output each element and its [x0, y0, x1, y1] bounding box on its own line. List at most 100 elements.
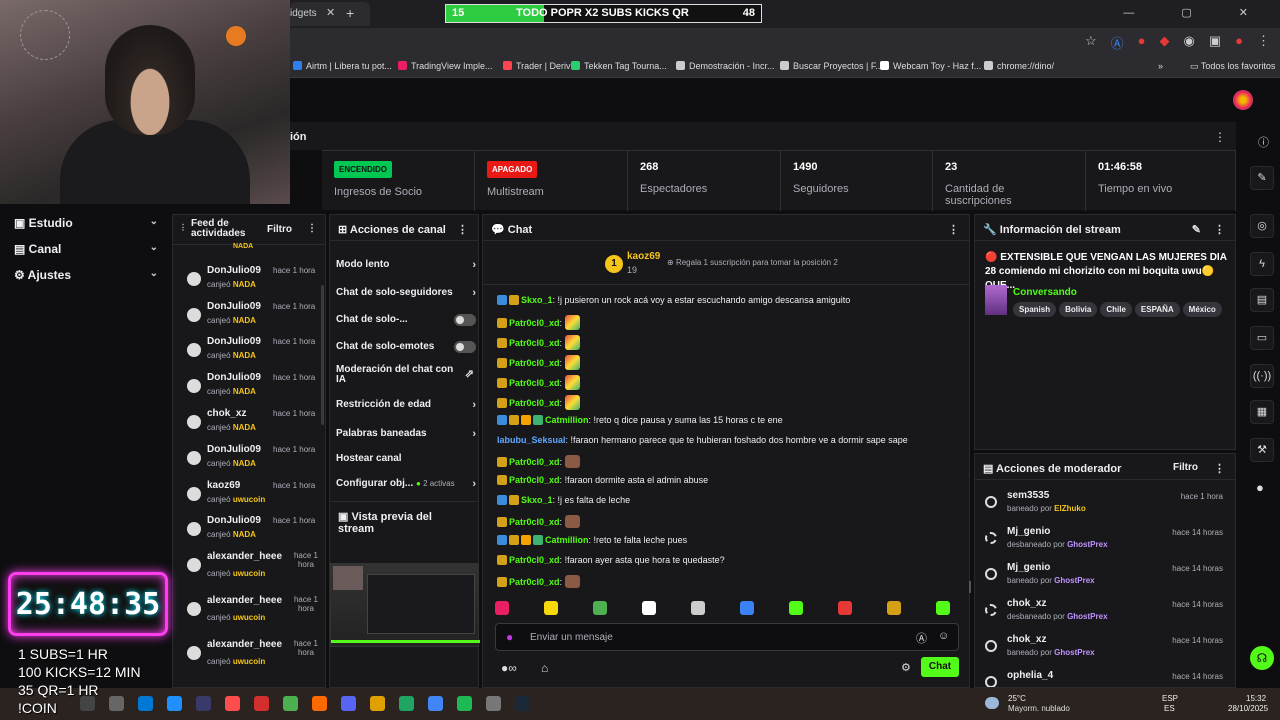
taskbar-app-icon[interactable] — [486, 696, 501, 711]
action-item[interactable]: Hostear canal — [336, 453, 476, 464]
mod-target-user[interactable]: sem3535 — [1007, 490, 1049, 501]
stream-category[interactable]: Conversando — [1013, 287, 1077, 298]
top-gifter-name[interactable]: kaoz69 — [627, 251, 660, 262]
mod-target-user[interactable]: Mj_genio — [1007, 562, 1050, 573]
action-item[interactable]: Palabras baneadas › — [336, 428, 476, 440]
sidebar-item-ajustes[interactable]: ⚙ Ajustes ⌄ — [14, 268, 164, 282]
chat-username[interactable]: Catmillion — [545, 535, 589, 545]
feed-username[interactable]: DonJulio09 — [207, 515, 261, 526]
chat-username[interactable]: Patr0cl0_xd — [509, 555, 560, 565]
toggle-switch[interactable] — [454, 314, 476, 326]
feed-username[interactable]: DonJulio09 — [207, 301, 261, 312]
action-item[interactable]: Chat de solo-emotes — [336, 341, 476, 353]
pencil-icon[interactable]: ✎ — [1250, 166, 1274, 190]
feed-item[interactable]: alexander_heee hace 1 hora canjeó uwucoin — [181, 593, 321, 627]
chrome-icon[interactable]: ◉ — [1184, 33, 1195, 52]
feed-item[interactable]: chok_xz hace 1 hora canjeó NADA — [181, 406, 321, 440]
action-item[interactable]: Chat de solo-seguidores › — [336, 287, 476, 299]
profile-avatar[interactable] — [1233, 90, 1253, 110]
stream-tag[interactable]: ESPAÑA — [1134, 302, 1180, 317]
mod-by-user[interactable]: GhostPrex — [1067, 540, 1107, 549]
feed-filter-button[interactable]: Filtro — [267, 224, 292, 235]
toggle-switch[interactable] — [454, 341, 476, 353]
action-item[interactable]: Modo lento › — [336, 259, 476, 271]
taskbar-app-icon[interactable] — [167, 696, 182, 711]
taskbar-app-icon[interactable] — [225, 696, 240, 711]
action-item[interactable]: Configurar obj... › ● 2 activas — [336, 478, 476, 490]
emote-icon[interactable] — [564, 575, 580, 588]
taskbar-app-icon[interactable] — [109, 696, 124, 711]
feed-item[interactable]: DonJulio09 hace 1 hora canjeó NADA — [181, 299, 321, 333]
feed-item[interactable]: DonJulio09 hace 1 hora canjeó NADA — [181, 263, 321, 297]
taskbar-app-icon[interactable] — [428, 696, 443, 711]
window-controls[interactable]: — ▢ ✕ — [1123, 6, 1270, 19]
chat-username[interactable]: Patr0cl0_xd — [509, 318, 560, 328]
taskbar-app-icon[interactable] — [80, 696, 95, 711]
taskbar-app-icon[interactable] — [399, 696, 414, 711]
chat-username[interactable]: Patr0cl0_xd — [509, 358, 560, 368]
feed-drag-icon[interactable]: ⋮ — [179, 223, 187, 232]
chat-username[interactable]: Skxo_1 — [521, 495, 553, 505]
chat-username[interactable]: Patr0cl0_xd — [509, 517, 560, 527]
sidebar-item-canal[interactable]: ▤ Canal ⌄ — [14, 242, 164, 256]
chat-username[interactable]: Patr0cl0_xd — [509, 338, 560, 348]
stream-tag[interactable]: Spanish — [1013, 302, 1057, 317]
taskbar-app-icon[interactable] — [196, 696, 211, 711]
menu-icon[interactable]: ⋮ — [1257, 33, 1270, 52]
emote-icon[interactable] — [564, 375, 580, 390]
bookmark-item[interactable]: chrome://dino/ — [984, 61, 1054, 71]
status-badge[interactable]: APAGADO — [487, 161, 538, 178]
emote-icon[interactable] — [564, 355, 580, 370]
broadcast-icon[interactable]: ((·)) — [1250, 364, 1274, 388]
action-item[interactable]: Chat de solo-... — [336, 314, 476, 326]
info-icon[interactable]: ⓘ — [1258, 134, 1269, 150]
emote-icon[interactable] — [564, 395, 580, 410]
tab-close-icon[interactable]: ✕ — [326, 6, 335, 19]
feed-username[interactable]: DonJulio09 — [207, 372, 261, 383]
chat-input[interactable]: Enviar un mensaje — [530, 632, 613, 643]
chat-username[interactable]: Catmillion — [545, 415, 589, 425]
emote-icon[interactable] — [564, 455, 580, 468]
translate-icon[interactable]: Ⓐ — [916, 630, 927, 646]
chat-bubble-icon[interactable]: ▭ — [1250, 326, 1274, 350]
emote-icon[interactable] — [642, 601, 656, 615]
document-icon[interactable]: ▤ — [1250, 288, 1274, 312]
store-icon[interactable]: ⌂ — [541, 661, 548, 675]
taskbar-app-icon[interactable] — [283, 696, 298, 711]
chat-username[interactable]: labubu_Seksual — [497, 435, 566, 445]
feed-username[interactable]: alexander_heee — [207, 551, 282, 562]
emote-icon[interactable] — [564, 315, 580, 330]
status-badge[interactable]: ENCENDIDO — [334, 161, 393, 178]
bookmark-item[interactable]: Buscar Proyectos | F... — [780, 61, 883, 71]
chat-username[interactable]: Patr0cl0_xd — [509, 577, 560, 587]
stream-info-menu-icon[interactable]: ⋮ — [1214, 223, 1225, 236]
lang-indicator[interactable]: ESP — [1162, 694, 1178, 703]
kick-points-icon[interactable]: ●∞ — [501, 661, 517, 675]
emote-icon[interactable] — [936, 601, 950, 615]
taskbar-app-icon[interactable] — [370, 696, 385, 711]
chat-send-button[interactable]: Chat — [921, 657, 959, 677]
feed-username[interactable]: DonJulio09 — [207, 336, 261, 347]
emote-icon[interactable] — [838, 601, 852, 615]
actions-menu-icon[interactable]: ⋮ — [457, 223, 468, 236]
taskbar-app-icon[interactable] — [457, 696, 472, 711]
mod-target-user[interactable]: ophelia_4 — [1007, 670, 1053, 681]
category-thumbnail[interactable] — [985, 285, 1007, 315]
sidebar-item-estudio[interactable]: ▣ Estudio ⌄ — [14, 216, 164, 230]
stream-tag[interactable]: Chile — [1100, 302, 1132, 317]
feed-item[interactable]: DonJulio09 hace 1 hora canjeó NADA — [181, 334, 321, 368]
bookmark-item[interactable]: Trader | Deriv — [503, 61, 571, 71]
bookmark-item[interactable]: Tekken Tag Tourna... — [571, 61, 667, 71]
chat-username[interactable]: Patr0cl0_xd — [509, 398, 560, 408]
translate-icon[interactable]: Ⓐ — [1111, 33, 1124, 52]
support-icon[interactable]: ☊ — [1250, 646, 1274, 670]
action-item[interactable]: Moderación del chat con IA ⇗ — [336, 365, 474, 385]
lightning-icon[interactable]: ϟ — [1250, 252, 1274, 276]
mod-by-user[interactable]: GhostPrex — [1054, 648, 1094, 657]
edit-icon[interactable]: ✎ — [1192, 223, 1201, 236]
emote-icon[interactable] — [564, 335, 580, 350]
feed-scrollbar[interactable] — [321, 285, 324, 425]
chat-input-box[interactable]: ● Enviar un mensaje Ⓐ ☺ — [495, 623, 959, 651]
chat-username[interactable]: Skxo_1 — [521, 295, 553, 305]
feed-username[interactable]: chok_xz — [207, 408, 246, 419]
